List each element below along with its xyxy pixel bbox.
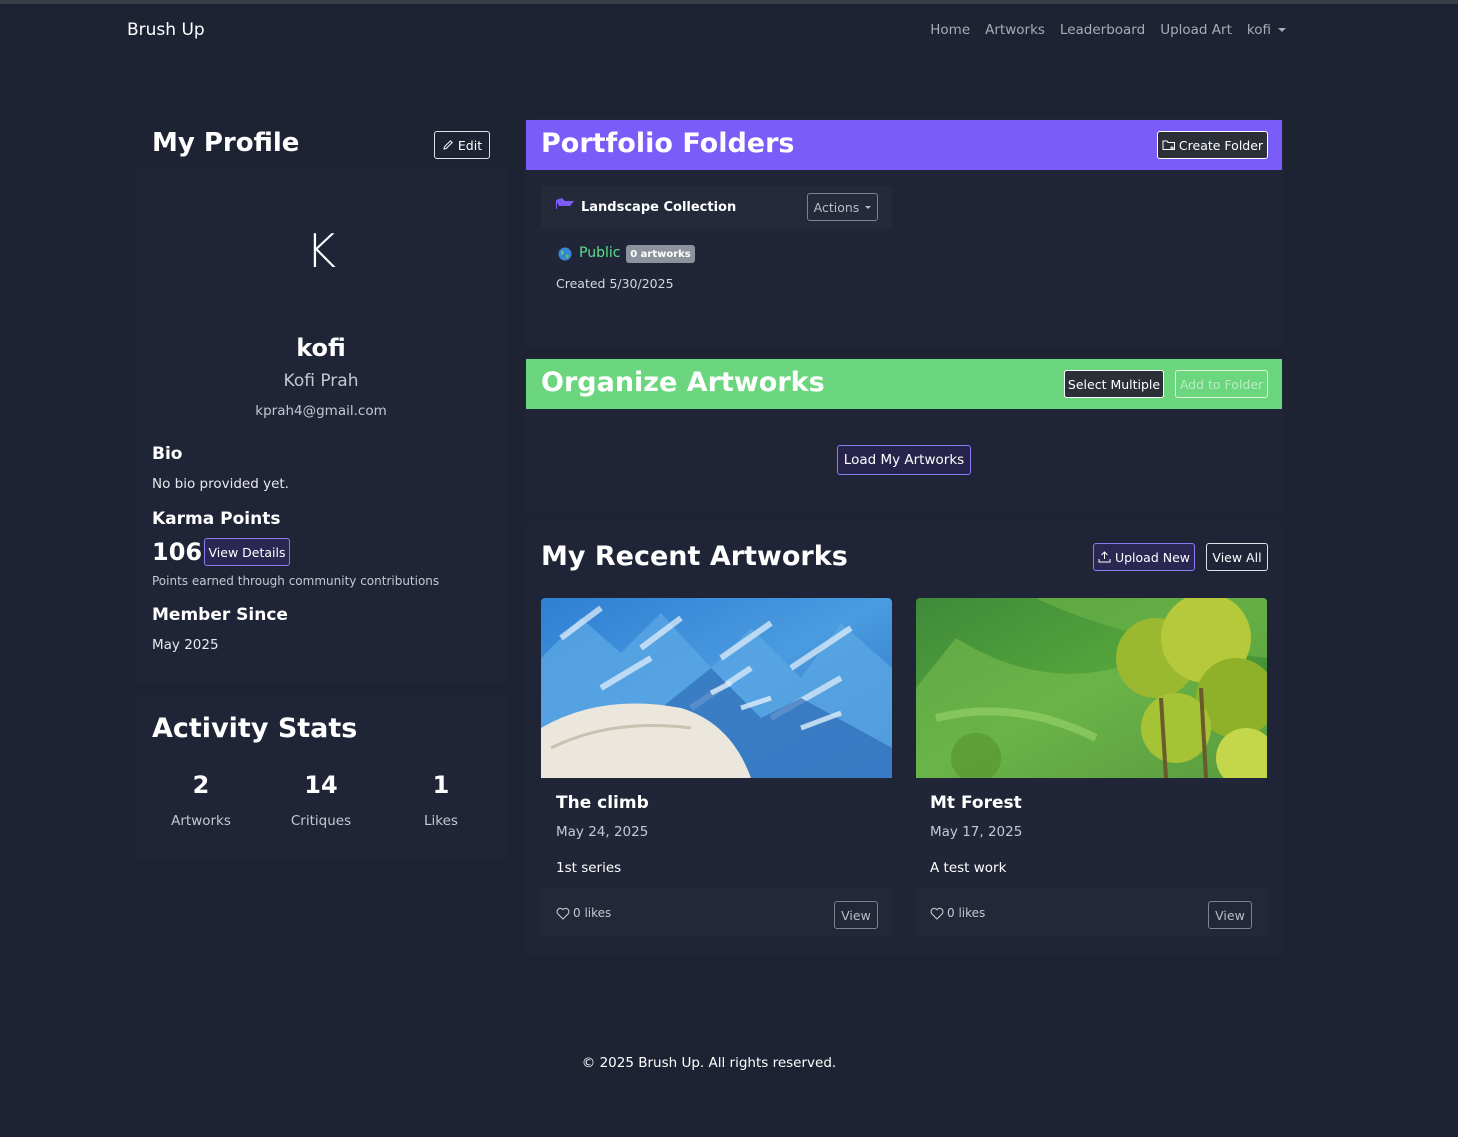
heart-icon bbox=[930, 907, 944, 920]
artwork-card[interactable]: Mt Forest May 17, 2025 A test work 0 lik… bbox=[916, 598, 1267, 937]
stat-value: 1 bbox=[432, 771, 450, 799]
edit-label: Edit bbox=[457, 137, 483, 153]
stat-artworks: 2 Artworks bbox=[141, 771, 261, 829]
edit-profile-button[interactable]: Edit bbox=[434, 131, 490, 159]
view-karma-details-button[interactable]: View Details bbox=[204, 538, 290, 566]
load-my-artworks-button[interactable]: Load My Artworks bbox=[837, 445, 971, 475]
folder-actions-dropdown[interactable]: Actions bbox=[807, 193, 878, 221]
create-folder-label: Create Folder bbox=[1178, 137, 1264, 153]
actions-label: Actions bbox=[813, 199, 860, 215]
footer-copyright: © 2025 Brush Up. All rights reserved. bbox=[581, 1055, 837, 1071]
recent-artworks-heading: My Recent Artworks bbox=[541, 541, 848, 572]
heart-icon bbox=[556, 907, 570, 920]
nav-artworks[interactable]: Artworks bbox=[985, 22, 1045, 38]
upload-icon bbox=[1098, 551, 1111, 563]
stat-value: 14 bbox=[304, 771, 338, 799]
karma-value: 106 bbox=[152, 538, 203, 566]
add-to-folder-button[interactable]: Add to Folder bbox=[1175, 370, 1268, 398]
folder-plus-icon bbox=[1162, 140, 1175, 150]
like-count: 0 likes bbox=[573, 906, 612, 920]
artwork-title: The climb bbox=[556, 793, 649, 813]
view-artwork-button[interactable]: View bbox=[834, 901, 878, 929]
folder-visibility: Public bbox=[579, 245, 621, 261]
upload-new-button[interactable]: Upload New bbox=[1093, 543, 1195, 571]
artwork-count-badge: 0 artworks bbox=[626, 245, 695, 263]
caret-down-icon bbox=[1278, 28, 1286, 32]
like-count: 0 likes bbox=[947, 906, 986, 920]
artwork-card[interactable]: The climb May 24, 2025 1st series 0 like… bbox=[541, 598, 892, 937]
globe-icon bbox=[558, 247, 572, 261]
stat-value: 2 bbox=[192, 771, 210, 799]
organize-heading: Organize Artworks bbox=[541, 367, 825, 398]
window-top-border bbox=[0, 0, 1458, 4]
nav-user-label: kofi bbox=[1246, 22, 1271, 38]
brand-logo[interactable]: Brush Up bbox=[127, 20, 205, 40]
artwork-image[interactable] bbox=[541, 598, 892, 778]
stat-label: Critiques bbox=[290, 813, 352, 829]
folder-name: Landscape Collection bbox=[581, 200, 737, 215]
folder-created-date: Created 5/30/2025 bbox=[556, 276, 674, 291]
upload-new-label: Upload New bbox=[1114, 549, 1191, 565]
portfolio-heading: Portfolio Folders bbox=[541, 128, 795, 159]
nav-leaderboard[interactable]: Leaderboard bbox=[1060, 22, 1145, 38]
nav-upload-art[interactable]: Upload Art bbox=[1160, 22, 1232, 38]
artwork-title: Mt Forest bbox=[930, 793, 1022, 813]
folder-icon bbox=[556, 198, 574, 209]
artwork-description: A test work bbox=[930, 860, 1007, 876]
stat-critiques: 14 Critiques bbox=[261, 771, 381, 829]
stat-label: Likes bbox=[424, 813, 458, 829]
artwork-image[interactable] bbox=[916, 598, 1267, 778]
like-toggle[interactable]: 0 likes bbox=[930, 906, 985, 920]
view-all-button[interactable]: View All bbox=[1206, 543, 1268, 571]
bio-label: Bio bbox=[152, 444, 183, 464]
stat-likes: 1 Likes bbox=[381, 771, 501, 829]
select-multiple-button[interactable]: Select Multiple bbox=[1064, 370, 1164, 398]
profile-heading: My Profile bbox=[152, 128, 300, 158]
bio-text: No bio provided yet. bbox=[152, 476, 289, 492]
view-artwork-button[interactable]: View bbox=[1208, 901, 1252, 929]
karma-note: Points earned through community contribu… bbox=[152, 574, 440, 588]
create-folder-button[interactable]: Create Folder bbox=[1157, 131, 1268, 159]
artwork-description: 1st series bbox=[556, 860, 622, 876]
main-nav: Home Artworks Leaderboard Upload Art kof… bbox=[915, 22, 1286, 38]
artwork-date: May 24, 2025 bbox=[556, 824, 649, 840]
like-toggle[interactable]: 0 likes bbox=[556, 906, 611, 920]
pencil-icon bbox=[443, 140, 453, 150]
stat-label: Artworks bbox=[171, 813, 231, 829]
artwork-date: May 17, 2025 bbox=[930, 824, 1023, 840]
karma-label: Karma Points bbox=[152, 509, 281, 529]
caret-down-icon bbox=[865, 205, 872, 209]
member-since-value: May 2025 bbox=[152, 637, 219, 653]
organize-header: Organize Artworks bbox=[526, 359, 1282, 409]
nav-home[interactable]: Home bbox=[930, 22, 970, 38]
activity-heading: Activity Stats bbox=[152, 713, 358, 744]
nav-user-dropdown[interactable]: kofi bbox=[1247, 22, 1286, 38]
member-since-label: Member Since bbox=[152, 605, 288, 625]
